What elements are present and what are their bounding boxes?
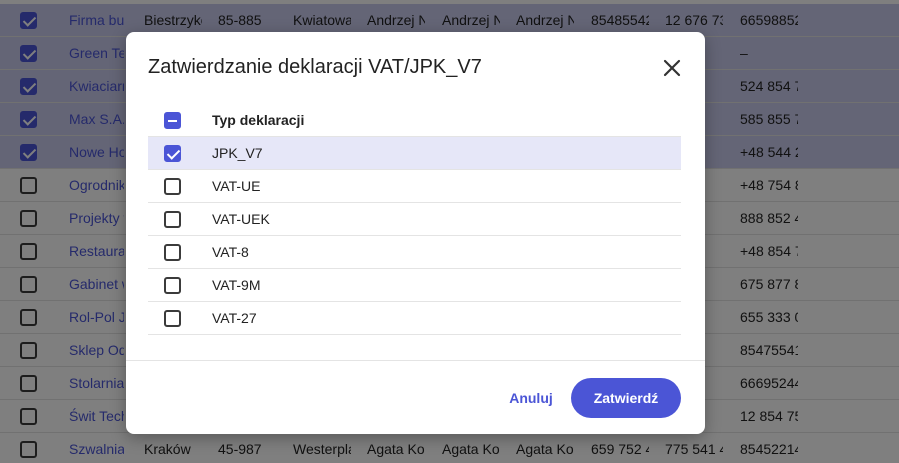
declaration-checkbox[interactable] <box>164 310 181 327</box>
declaration-row[interactable]: JPK_V7 <box>148 137 681 170</box>
declaration-type-label: VAT-UEK <box>212 211 270 227</box>
dialog-footer-divider <box>126 360 705 361</box>
declaration-row[interactable]: VAT-UE <box>148 170 681 203</box>
declaration-checkbox[interactable] <box>164 178 181 195</box>
confirm-button[interactable]: Zatwierdź <box>571 378 681 418</box>
declaration-type-label: VAT-9M <box>212 277 261 293</box>
select-all-checkbox[interactable] <box>164 112 181 129</box>
declaration-checkbox[interactable] <box>164 211 181 228</box>
declaration-row[interactable]: VAT-8 <box>148 236 681 269</box>
dialog-title: Zatwierdzanie deklaracji VAT/JPK_V7 <box>148 56 482 78</box>
close-button[interactable] <box>658 54 686 82</box>
declaration-list: Typ deklaracji JPK_V7 VAT-UE VAT-UEK VAT-8 V… <box>148 104 681 335</box>
declaration-row[interactable]: VAT-9M <box>148 269 681 302</box>
declaration-list-header: Typ deklaracji <box>148 104 681 137</box>
declaration-type-label: VAT-UE <box>212 178 261 194</box>
declaration-type-label: JPK_V7 <box>212 145 263 161</box>
vat-approval-dialog: Zatwierdzanie deklaracji VAT/JPK_V7 Typ … <box>126 32 705 434</box>
column-header-declaration-type: Typ deklaracji <box>212 112 305 128</box>
declaration-checkbox[interactable] <box>164 277 181 294</box>
declaration-type-label: VAT-8 <box>212 244 249 260</box>
declaration-row[interactable]: VAT-UEK <box>148 203 681 236</box>
declaration-checkbox[interactable] <box>164 145 181 162</box>
declaration-checkbox[interactable] <box>164 244 181 261</box>
declaration-type-label: VAT-27 <box>212 310 257 326</box>
declaration-row[interactable]: VAT-27 <box>148 302 681 335</box>
cancel-button[interactable]: Anuluj <box>500 378 562 418</box>
close-icon <box>663 59 681 77</box>
